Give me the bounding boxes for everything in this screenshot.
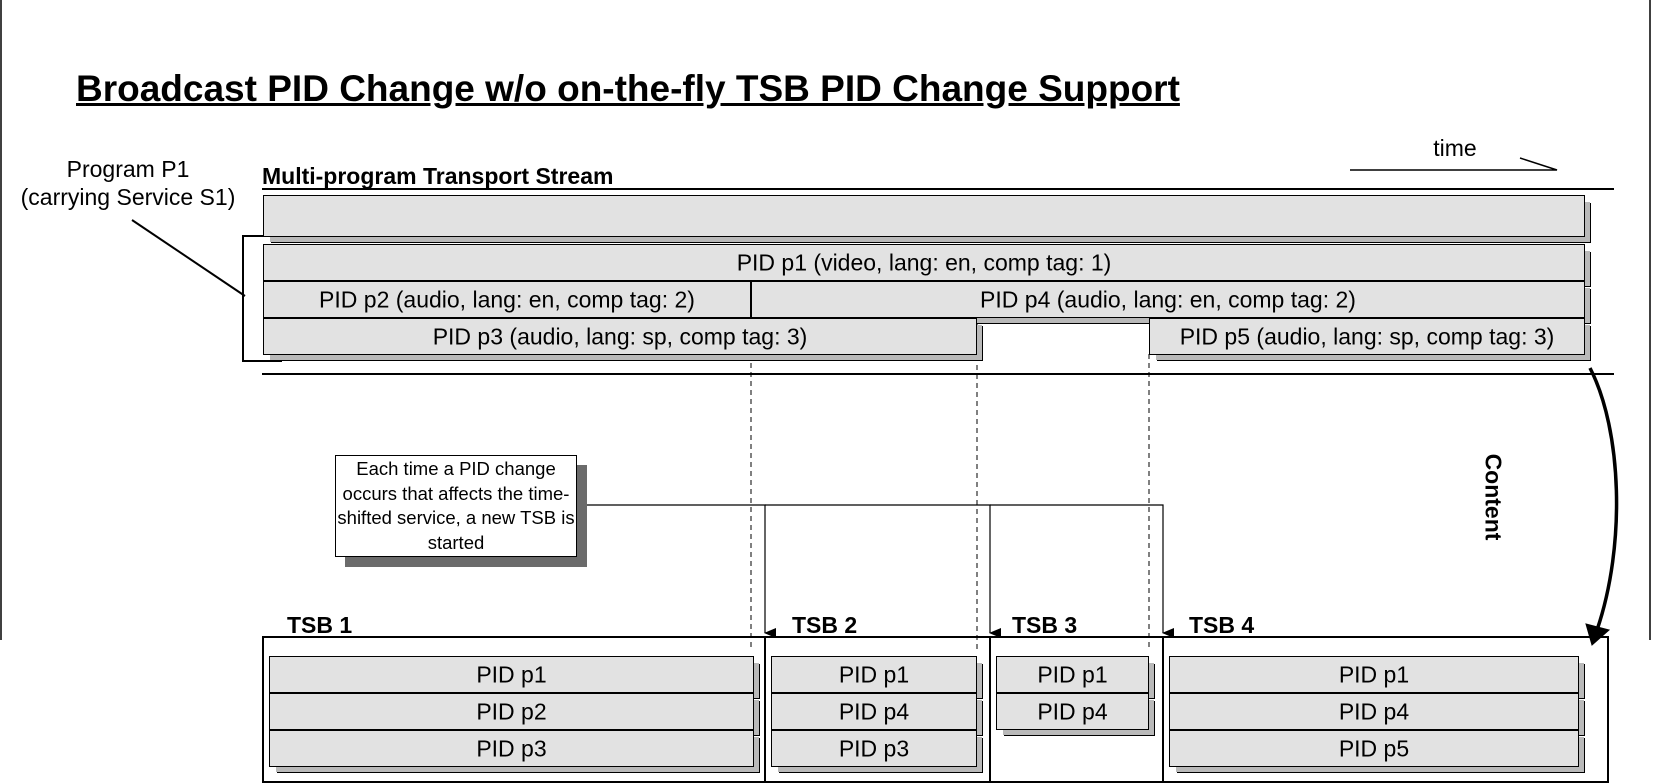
note-arrow-tsb2	[577, 504, 776, 638]
tsb4-pid-bar: PID p5	[1169, 730, 1579, 767]
tsb3-label: TSB 3	[1012, 612, 1078, 638]
tsb2-pid-label: PID p4	[838, 698, 910, 724]
stream-bar-p4-label: PID p4 (audio, lang: en, comp tag: 2)	[980, 286, 1356, 312]
stream-bar-p3: PID p3 (audio, lang: sp, comp tag: 3)	[263, 318, 977, 355]
tsb3-pid-label: PID p1	[1037, 661, 1108, 687]
tsb2-pid-bar: PID p4	[771, 693, 977, 730]
tsb4-pid-label: PID p5	[1338, 735, 1410, 761]
stream-background-bar	[263, 195, 1585, 237]
stream-bar-p5: PID p5 (audio, lang: sp, comp tag: 3)	[1149, 318, 1585, 355]
stream-subtitle: Multi-program Transport Stream	[262, 163, 614, 189]
page-title: Broadcast PID Change w/o on-the-fly TSB …	[76, 68, 1180, 109]
tsb4-pid-bar: PID p4	[1169, 693, 1579, 730]
content-arrowhead	[1585, 623, 1611, 646]
tsb1-pid-label: PID p1	[476, 661, 547, 687]
tsb4-label: TSB 4	[1189, 612, 1255, 638]
callout-leader	[131, 219, 246, 297]
stream-bar-p4: PID p4 (audio, lang: en, comp tag: 2)	[751, 281, 1585, 318]
tsb4-pid-label: PID p1	[1338, 661, 1410, 687]
stream-bar-p1: PID p1 (video, lang: en, comp tag: 1)	[263, 244, 1585, 281]
content-label: Content	[1480, 453, 1507, 541]
tsb3-pid-label: PID p4	[1037, 698, 1108, 724]
time-label: time	[1433, 135, 1477, 161]
stream-bar-p5-label: PID p5 (audio, lang: sp, comp tag: 3)	[1179, 323, 1555, 349]
stream-bar-p2: PID p2 (audio, lang: en, comp tag: 2)	[263, 281, 751, 318]
tsb2-label: TSB 2	[792, 612, 858, 638]
tsb1-pid-label: PID p3	[476, 735, 547, 761]
tsb2-pid-bar: PID p1	[771, 656, 977, 693]
tsb4-pid-label: PID p4	[1338, 698, 1410, 724]
program-callout-line2: (carrying Service S1)	[20, 184, 236, 210]
tsb2-pid-label: PID p3	[838, 735, 910, 761]
tsb2-pid-label: PID p1	[838, 661, 910, 687]
tsb1-label: TSB 1	[287, 612, 353, 638]
tsb4-pid-bar: PID p1	[1169, 656, 1579, 693]
tsb1-pid-bar: PID p2	[269, 693, 754, 730]
pid-change-note: Each time a PID change occurs that affec…	[335, 455, 577, 557]
content-arrow	[1588, 367, 1619, 631]
program-callout-line1: Program P1	[66, 156, 190, 182]
tsb1-pid-label: PID p2	[476, 698, 547, 724]
stream-bar-p2-label: PID p2 (audio, lang: en, comp tag: 2)	[319, 286, 695, 312]
tsb3-pid-bar: PID p4	[996, 693, 1149, 730]
program-callout: Program P1 (carrying Service S1)	[8, 155, 248, 211]
stream-bar-p1-label: PID p1 (video, lang: en, comp tag: 1)	[736, 249, 1112, 275]
tsb1-pid-bar: PID p1	[269, 656, 754, 693]
tsb2-pid-bar: PID p3	[771, 730, 977, 767]
tsb3-pid-bar: PID p1	[996, 656, 1149, 693]
stream-bar-p3-label: PID p3 (audio, lang: sp, comp tag: 3)	[432, 323, 808, 349]
tsb1-pid-bar: PID p3	[269, 730, 754, 767]
